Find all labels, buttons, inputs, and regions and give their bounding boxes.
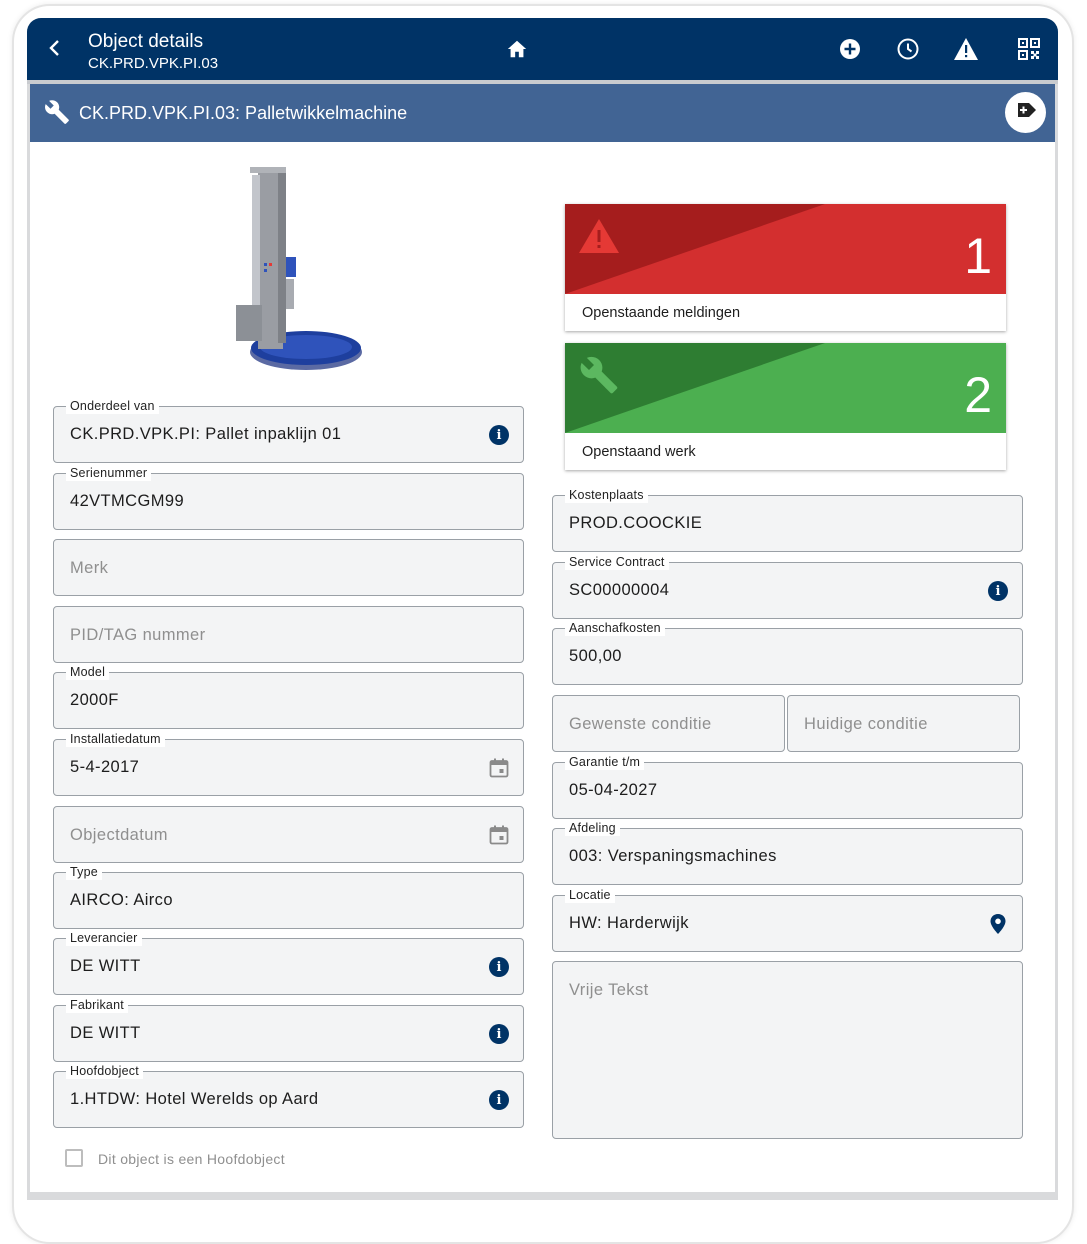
open-notifications-tile[interactable]: 1 Openstaande meldingen bbox=[565, 204, 1006, 331]
model-label: Model bbox=[66, 664, 110, 680]
leverancier-label: Leverancier bbox=[66, 930, 142, 946]
afdeling-field[interactable]: Afdeling 003: Verspaningsmachines bbox=[552, 820, 1023, 885]
leverancier-field[interactable]: Leverancier DE WITT i bbox=[53, 930, 524, 995]
wrench-icon bbox=[577, 355, 621, 395]
app-screen: Object details CK.PRD.VPK.PI.03 CK.PRD.V… bbox=[27, 18, 1058, 1200]
calendar-icon[interactable] bbox=[488, 824, 510, 846]
objectdatum-field[interactable]: Objectdatum bbox=[53, 806, 524, 863]
pid-tag-placeholder: PID/TAG nummer bbox=[70, 626, 206, 644]
fabrikant-value: DE WITT bbox=[70, 1024, 141, 1042]
garantie-value: 05-04-2027 bbox=[569, 781, 658, 799]
hoofdobject-checkbox-label: Dit object is een Hoofdobject bbox=[98, 1151, 285, 1167]
open-work-label: Openstaand werk bbox=[582, 444, 696, 460]
pid-tag-field[interactable]: PID/TAG nummer bbox=[53, 606, 524, 663]
wrench-icon bbox=[44, 99, 70, 125]
serienummer-field[interactable]: Serienummer 42VTMCGM99 bbox=[53, 465, 524, 530]
info-icon[interactable]: i bbox=[488, 956, 510, 978]
model-value: 2000F bbox=[70, 691, 119, 709]
add-tag-button[interactable] bbox=[1005, 92, 1046, 133]
object-details-form: Onderdeel van CK.PRD.VPK.PI: Pallet inpa… bbox=[30, 142, 1055, 1192]
service-contract-field[interactable]: Service Contract SC00000004 i bbox=[552, 554, 1023, 619]
garantie-field[interactable]: Garantie t/m 05-04-2027 bbox=[552, 754, 1023, 819]
garantie-label: Garantie t/m bbox=[565, 754, 645, 770]
onderdeel-van-label: Onderdeel van bbox=[66, 398, 159, 414]
aanschafkosten-value: 500,00 bbox=[569, 647, 622, 665]
gewenste-conditie-field[interactable]: Gewenste conditie bbox=[552, 695, 785, 752]
type-value: AIRCO: Airco bbox=[70, 891, 173, 909]
open-work-count: 2 bbox=[964, 367, 992, 423]
hoofdobject-field[interactable]: Hoofdobject 1.HTDW: Hotel Werelds op Aar… bbox=[53, 1063, 524, 1128]
add-circle-icon[interactable] bbox=[837, 36, 863, 62]
service-contract-label: Service Contract bbox=[565, 554, 669, 570]
merk-field[interactable]: Merk bbox=[53, 539, 524, 596]
hoofdobject-checkbox[interactable] bbox=[65, 1149, 83, 1167]
hoofdobject-value: 1.HTDW: Hotel Werelds op Aard bbox=[70, 1090, 319, 1108]
info-icon[interactable]: i bbox=[987, 580, 1009, 602]
back-icon[interactable] bbox=[43, 36, 67, 60]
location-pin-icon[interactable] bbox=[987, 913, 1009, 935]
open-work-tile-banner bbox=[565, 343, 1006, 433]
kostenplaats-field[interactable]: Kostenplaats PROD.COOCKIE bbox=[552, 487, 1023, 552]
aanschafkosten-field[interactable]: Aanschafkosten 500,00 bbox=[552, 620, 1023, 685]
huidige-conditie-field[interactable]: Huidige conditie bbox=[787, 695, 1020, 752]
object-image bbox=[216, 167, 366, 379]
fabrikant-label: Fabrikant bbox=[66, 997, 128, 1013]
locatie-field[interactable]: Locatie HW: Harderwijk bbox=[552, 887, 1023, 952]
kostenplaats-label: Kostenplaats bbox=[565, 487, 648, 503]
fabrikant-field[interactable]: Fabrikant DE WITT i bbox=[53, 997, 524, 1062]
warning-icon bbox=[577, 216, 621, 256]
add-tag-icon bbox=[1015, 101, 1037, 124]
locatie-label: Locatie bbox=[565, 887, 615, 903]
afdeling-label: Afdeling bbox=[565, 820, 620, 836]
model-field[interactable]: Model 2000F bbox=[53, 664, 524, 729]
onderdeel-van-value: CK.PRD.VPK.PI: Pallet inpaklijn 01 bbox=[70, 425, 342, 443]
type-label: Type bbox=[66, 864, 102, 880]
object-title-bar: CK.PRD.VPK.PI.03: Palletwikkelmachine bbox=[30, 84, 1055, 142]
page-title: Object details bbox=[88, 31, 204, 52]
info-icon[interactable]: i bbox=[488, 424, 510, 446]
info-icon[interactable]: i bbox=[488, 1023, 510, 1045]
clock-icon[interactable] bbox=[895, 36, 921, 62]
qr-code-icon[interactable] bbox=[1016, 36, 1042, 62]
vrije-tekst-placeholder: Vrije Tekst bbox=[569, 981, 649, 999]
merk-placeholder: Merk bbox=[70, 559, 109, 577]
huidige-conditie-placeholder: Huidige conditie bbox=[804, 715, 928, 733]
onderdeel-van-field[interactable]: Onderdeel van CK.PRD.VPK.PI: Pallet inpa… bbox=[53, 398, 524, 463]
installatiedatum-field[interactable]: Installatiedatum 5-4-2017 bbox=[53, 731, 524, 796]
page-subtitle: CK.PRD.VPK.PI.03 bbox=[88, 55, 219, 72]
warning-icon[interactable] bbox=[953, 36, 979, 62]
aanschafkosten-label: Aanschafkosten bbox=[565, 620, 665, 636]
vrije-tekst-textarea[interactable]: Vrije Tekst bbox=[552, 961, 1023, 1139]
info-icon[interactable]: i bbox=[488, 1089, 510, 1111]
installatiedatum-label: Installatiedatum bbox=[66, 731, 165, 747]
object-title: CK.PRD.VPK.PI.03: Palletwikkelmachine bbox=[79, 103, 408, 123]
leverancier-value: DE WITT bbox=[70, 957, 141, 975]
hoofdobject-label: Hoofdobject bbox=[66, 1063, 143, 1079]
type-field[interactable]: Type AIRCO: Airco bbox=[53, 864, 524, 929]
open-notifications-tile-banner bbox=[565, 204, 1006, 294]
installatiedatum-value: 5-4-2017 bbox=[70, 758, 140, 776]
calendar-icon[interactable] bbox=[488, 757, 510, 779]
afdeling-value: 003: Verspaningsmachines bbox=[569, 847, 777, 865]
home-icon[interactable] bbox=[504, 36, 530, 62]
open-work-tile[interactable]: 2 Openstaand werk bbox=[565, 343, 1006, 470]
locatie-value: HW: Harderwijk bbox=[569, 914, 689, 932]
open-notifications-count: 1 bbox=[964, 228, 992, 284]
serienummer-label: Serienummer bbox=[66, 465, 152, 481]
gewenste-conditie-placeholder: Gewenste conditie bbox=[569, 715, 712, 733]
app-header: Object details CK.PRD.VPK.PI.03 bbox=[27, 18, 1058, 80]
service-contract-value: SC00000004 bbox=[569, 581, 670, 599]
kostenplaats-value: PROD.COOCKIE bbox=[569, 514, 703, 532]
objectdatum-placeholder: Objectdatum bbox=[70, 826, 168, 844]
serienummer-value: 42VTMCGM99 bbox=[70, 492, 185, 510]
open-notifications-label: Openstaande meldingen bbox=[582, 305, 741, 321]
